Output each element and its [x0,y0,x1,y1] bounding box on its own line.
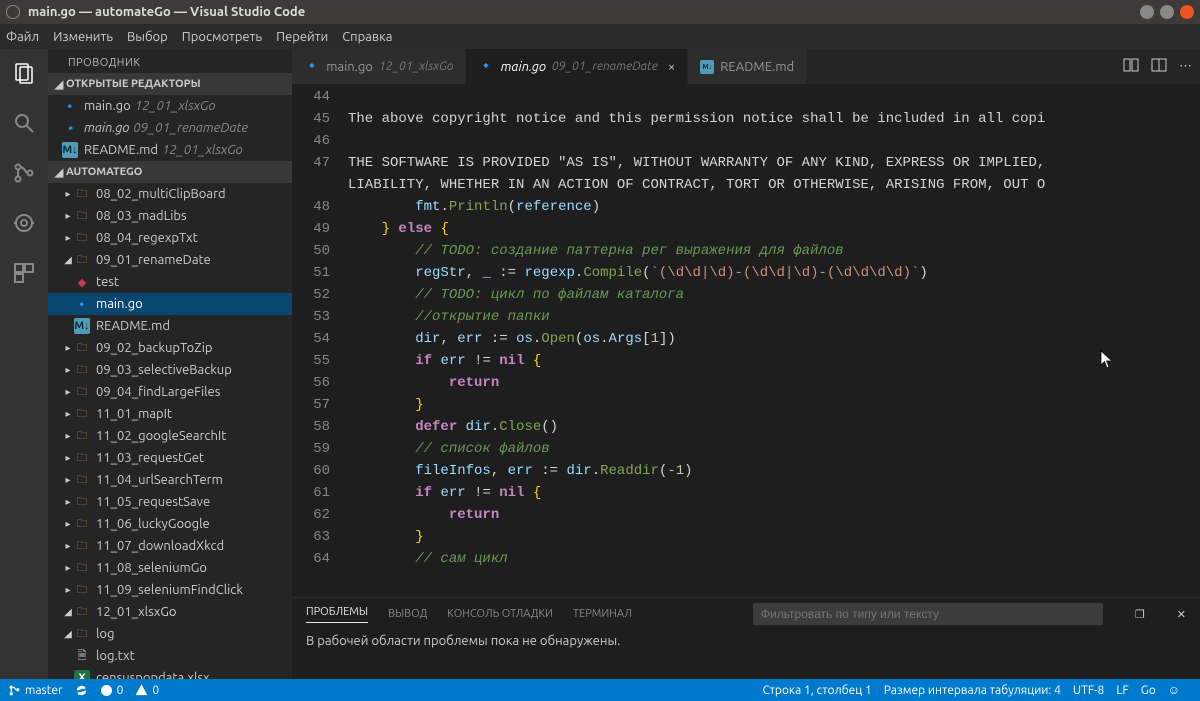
file-item[interactable]: 🗎log.txt [48,645,292,667]
status-lncol[interactable]: Строка 1, столбец 1 [762,684,871,697]
file-item[interactable]: M↓README.md [48,315,292,337]
status-branch[interactable]: master [8,684,63,697]
open-editors-list: 🔹main.go12_01_xlsxGo🔹main.go09_01_rename… [48,95,292,161]
window-close-button[interactable] [1180,5,1194,19]
folder-item[interactable]: ▸🗀11_07_downloadXkcd [48,535,292,557]
folder-item[interactable]: ▸🗀09_02_backupToZip [48,337,292,359]
open-editor-item[interactable]: 🔹main.go12_01_xlsxGo [48,95,292,117]
explorer-sidebar: ПРОВОДНИК ◢ОТКРЫТЫЕ РЕДАКТОРЫ 🔹main.go12… [48,49,292,679]
editor-tab[interactable]: M↓README.md [688,49,807,84]
file-item[interactable]: Xcensuspopdata.xlsx [48,667,292,679]
panel-message: В рабочей области проблемы пока не обнар… [292,630,1200,652]
folder-item[interactable]: ◢🗀12_01_xlsxGo [48,601,292,623]
file-item[interactable]: ◆test [48,271,292,293]
bottom-panel: ПРОБЛЕМЫ ВЫВОД КОНСОЛЬ ОТЛАДКИ ТЕРМИНАЛ … [292,597,1200,679]
editor-tab-bar: 🔹main.go12_01_xlsxGo🔹main.go09_01_rename… [292,49,1200,84]
explorer-icon[interactable] [10,59,38,87]
extensions-icon[interactable] [10,259,38,287]
menu-bar: Файл Изменить Выбор Просмотреть Перейти … [0,24,1200,49]
status-indent[interactable]: Размер интервала табуляции: 4 [884,684,1061,697]
folder-item[interactable]: ▸🗀08_02_multiClipBoard [48,183,292,205]
open-editor-item[interactable]: M↓README.md12_01_xlsxGo [48,139,292,161]
source-control-icon[interactable] [10,159,38,187]
tab-actions: ⋯ [1123,49,1200,84]
window-title: main.go — automateGo — Visual Studio Cod… [28,5,1134,19]
folder-item[interactable]: ◢🗀log [48,623,292,645]
menu-file[interactable]: Файл [6,30,39,44]
compare-icon[interactable] [1123,57,1139,76]
folder-item[interactable]: ▸🗀11_09_seleniumFindClick [48,579,292,601]
panel-close-icon[interactable]: ✕ [1177,608,1186,621]
panel-tab-problems[interactable]: ПРОБЛЕМЫ [306,606,368,623]
collapse-icon[interactable]: ❐ [1135,608,1145,621]
search-icon[interactable] [10,109,38,137]
minimap[interactable] [1182,84,1200,597]
line-gutter: 4445464748495051525354555657585960616263… [292,84,348,597]
debug-icon[interactable] [10,209,38,237]
menu-view[interactable]: Просмотреть [182,30,262,44]
folder-item[interactable]: ▸🗀11_03_requestGet [48,447,292,469]
project-header[interactable]: ◢AUTOMATEGO [48,161,292,183]
window-minimize-button[interactable] [1140,5,1154,19]
sidebar-title: ПРОВОДНИК [48,49,292,73]
editor-area: 🔹main.go12_01_xlsxGo🔹main.go09_01_rename… [292,49,1200,679]
status-sync[interactable] [75,684,88,697]
window-titlebar: main.go — automateGo — Visual Studio Cod… [0,0,1200,24]
folder-item[interactable]: ▸🗀11_04_urlSearchTerm [48,469,292,491]
window-maximize-button[interactable] [1160,5,1174,19]
folder-item[interactable]: ▸🗀11_01_mapIt [48,403,292,425]
folder-item[interactable]: ▸🗀11_08_seleniumGo [48,557,292,579]
panel-tab-terminal[interactable]: ТЕРМИНАЛ [573,608,632,620]
folder-item[interactable]: ▸🗀08_03_madLibs [48,205,292,227]
menu-selection[interactable]: Выбор [127,30,168,44]
file-tree: ▸🗀08_02_multiClipBoard▸🗀08_03_madLibs▸🗀0… [48,183,292,679]
status-feedback-icon[interactable]: ☺ [1168,683,1180,697]
folder-item[interactable]: ◢🗀09_01_renameDate [48,249,292,271]
file-item[interactable]: 🔹main.go [48,293,292,315]
folder-item[interactable]: ▸🗀11_02_googleSearchIt [48,425,292,447]
folder-item[interactable]: ▸🗀09_03_selectiveBackup [48,359,292,381]
code-content[interactable]: The above copyright notice and this perm… [348,84,1182,597]
status-lang[interactable]: Go [1141,684,1156,697]
activity-bar [0,49,48,679]
code-editor[interactable]: 4445464748495051525354555657585960616263… [292,84,1200,597]
status-errors[interactable]: 0 [100,684,124,697]
editor-tab[interactable]: 🔹main.go12_01_xlsxGo [292,49,466,84]
menu-help[interactable]: Справка [342,30,392,44]
open-editors-header[interactable]: ◢ОТКРЫТЫЕ РЕДАКТОРЫ [48,73,292,95]
panel-tab-output[interactable]: ВЫВОД [388,608,427,620]
status-encoding[interactable]: UTF-8 [1073,684,1104,697]
panel-filter-input[interactable] [753,603,1103,625]
editor-tab[interactable]: 🔹main.go09_01_renameDate× [466,49,688,84]
status-warnings[interactable]: 0 [135,684,159,697]
folder-item[interactable]: ▸🗀09_04_findLargeFiles [48,381,292,403]
folder-item[interactable]: ▸🗀08_04_regexpTxt [48,227,292,249]
panel-tab-debug[interactable]: КОНСОЛЬ ОТЛАДКИ [447,608,553,620]
tab-close-icon[interactable]: × [668,60,675,74]
status-eol[interactable]: LF [1116,684,1128,697]
status-bar: master 0 0 Строка 1, столбец 1 Размер ин… [0,679,1200,701]
menu-go[interactable]: Перейти [276,30,328,44]
split-icon[interactable] [1151,57,1167,76]
more-icon[interactable]: ⋯ [1179,59,1192,74]
folder-item[interactable]: ▸🗀11_06_luckyGoogle [48,513,292,535]
open-editor-item[interactable]: 🔹main.go09_01_renameDate [48,117,292,139]
folder-item[interactable]: ▸🗀11_05_requestSave [48,491,292,513]
menu-edit[interactable]: Изменить [53,30,113,44]
